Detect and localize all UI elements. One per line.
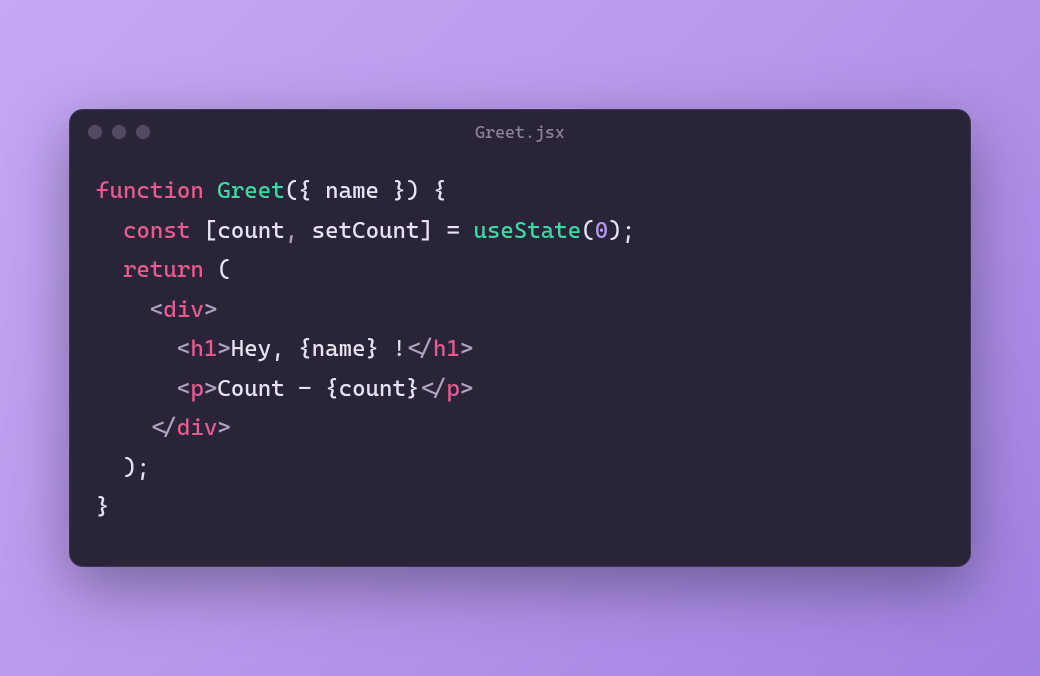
comma: , (285, 218, 298, 244)
indent (96, 415, 150, 441)
indent (96, 455, 123, 481)
jsx-tag-div: div (163, 297, 203, 323)
traffic-lights (88, 125, 150, 139)
code-line: <h1>Hey, {name} !</h1> (96, 336, 473, 362)
call-close: ) (608, 218, 621, 244)
space (298, 218, 311, 244)
code-content: function Greet({ name }) { const [count,… (70, 154, 970, 566)
function-call: useState (473, 218, 581, 244)
tag-open-bracket: </ (406, 336, 433, 362)
code-line: </div> (96, 415, 231, 441)
jsx-text: Count - (217, 376, 325, 402)
call-open: ( (581, 218, 594, 244)
code-line: const [count, setCount] = useState(0); (96, 218, 635, 244)
window-title: Greet.jsx (70, 122, 970, 142)
minimize-icon[interactable] (112, 125, 126, 139)
tag-open-bracket: < (150, 297, 163, 323)
function-name: Greet (217, 178, 284, 204)
tag-close-bracket: > (204, 297, 217, 323)
jsx-text: ! (379, 336, 406, 362)
code-line: <p>Count - {count}</p> (96, 376, 473, 402)
jsx-tag-p-close: p (446, 376, 459, 402)
indent (96, 376, 177, 402)
keyword-function: function (96, 178, 204, 204)
param-name: name (325, 178, 379, 204)
tag-close-bracket: > (460, 376, 473, 402)
paren-close: ) (123, 455, 136, 481)
code-line: <div> (96, 297, 217, 323)
keyword-const: const (123, 218, 190, 244)
paren-open: ( (217, 257, 230, 283)
space (460, 218, 473, 244)
code-line: return ( (96, 257, 231, 283)
jsx-tag-h1: h1 (190, 336, 217, 362)
code-line: function Greet({ name }) { (96, 178, 446, 204)
jsx-tag-p: p (190, 376, 203, 402)
indent (96, 297, 150, 323)
tag-close-bracket: > (204, 376, 217, 402)
tag-open-bracket: </ (419, 376, 446, 402)
code-line: ); (96, 455, 150, 481)
space (190, 218, 203, 244)
semicolon: ; (136, 455, 149, 481)
jsx-tag-div-close: div (177, 415, 217, 441)
brace-open: { (419, 178, 446, 204)
jsx-expression: {name} (298, 336, 379, 362)
identifier: count (217, 218, 284, 244)
tag-open-bracket: < (177, 336, 190, 362)
tag-open-bracket: </ (150, 415, 177, 441)
equals: = (446, 218, 459, 244)
code-line: } (96, 494, 109, 520)
indent (96, 336, 177, 362)
keyword-return: return (123, 257, 204, 283)
space (433, 218, 446, 244)
tag-close-bracket: > (460, 336, 473, 362)
tag-close-bracket: > (217, 336, 230, 362)
paren-open: ( (285, 178, 298, 204)
close-icon[interactable] (88, 125, 102, 139)
paren-close: ) (406, 178, 419, 204)
window-titlebar: Greet.jsx (70, 110, 970, 154)
code-snippet-window: Greet.jsx function Greet({ name }) { con… (69, 109, 971, 567)
bracket-open: [ (204, 218, 217, 244)
tag-close-bracket: > (217, 415, 230, 441)
destructure-open: { (298, 178, 325, 204)
brace-close: } (96, 494, 109, 520)
space (204, 257, 217, 283)
indent (96, 257, 123, 283)
bracket-close: ] (419, 218, 432, 244)
jsx-tag-h1-close: h1 (433, 336, 460, 362)
destructure-close: } (379, 178, 406, 204)
identifier: setCount (312, 218, 420, 244)
indent (96, 218, 123, 244)
number-literal: 0 (595, 218, 608, 244)
jsx-expression: {count} (325, 376, 419, 402)
jsx-text: Hey, (231, 336, 298, 362)
semicolon: ; (622, 218, 635, 244)
maximize-icon[interactable] (136, 125, 150, 139)
tag-open-bracket: < (177, 376, 190, 402)
